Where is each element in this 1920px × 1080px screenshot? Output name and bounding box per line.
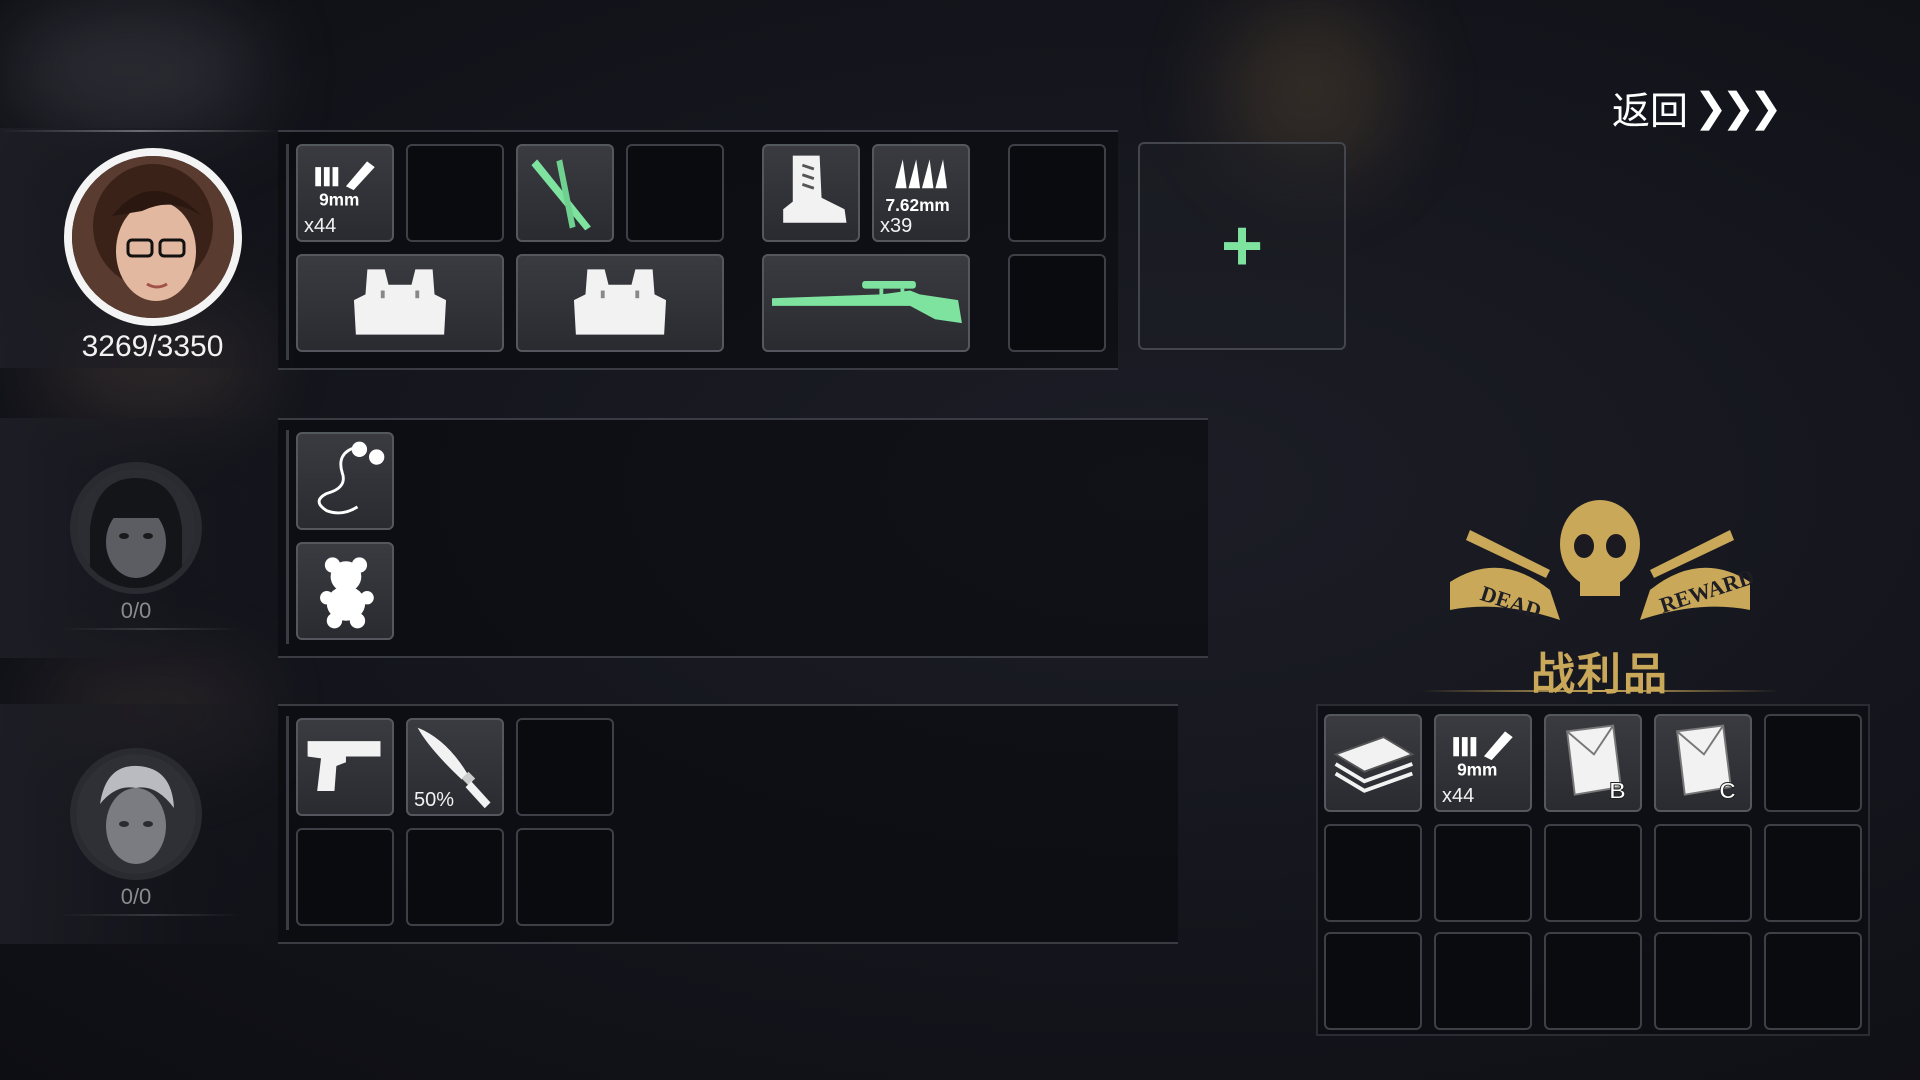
- ammo-label: 9mm: [1457, 759, 1497, 779]
- woman-with-glasses-avatar: [72, 156, 234, 318]
- inventory-slot-tool[interactable]: [516, 144, 614, 242]
- inventory-slot-ammo-9mm[interactable]: 9mm x44: [296, 144, 394, 242]
- inventory-slot-empty[interactable]: [626, 144, 724, 242]
- inventory-slot-empty[interactable]: [1008, 144, 1106, 242]
- loot-slot-empty[interactable]: [1434, 824, 1532, 922]
- item-count: x44: [1442, 785, 1475, 807]
- inventory-slot-empty[interactable]: [516, 828, 614, 926]
- item-count: x39: [880, 215, 913, 237]
- divider: [60, 914, 240, 916]
- ammo-label: 7.62mm: [886, 195, 950, 215]
- inventory-slot-empty[interactable]: [516, 718, 614, 816]
- durability-label: 50%: [414, 789, 455, 811]
- back-button[interactable]: 返回 ❯❯❯: [1612, 80, 1783, 135]
- loot-slot-empty[interactable]: [1654, 932, 1752, 1030]
- loot-title: 战利品: [1531, 650, 1669, 699]
- character-avatar-2[interactable]: [70, 462, 202, 594]
- envelope-letter: B: [1609, 777, 1626, 803]
- dark-hair-girl-avatar: [76, 468, 196, 588]
- loot-slot-empty[interactable]: [1764, 932, 1862, 1030]
- divider: [60, 628, 240, 630]
- loot-slot-empty[interactable]: [1654, 824, 1752, 922]
- chevron-right-icon: ❯❯❯: [1694, 85, 1783, 130]
- loot-slot-ammo-9mm[interactable]: 9mm x44: [1434, 714, 1532, 812]
- inventory-slot-empty[interactable]: [406, 144, 504, 242]
- envelope-letter: C: [1719, 777, 1736, 803]
- inventory-slot-ammo-762[interactable]: 7.62mm x39: [872, 144, 970, 242]
- inventory-slot-vest[interactable]: [516, 254, 724, 352]
- inventory-slot-empty[interactable]: [1008, 254, 1106, 352]
- character-avatar-3[interactable]: [70, 748, 202, 880]
- item-count: x44: [304, 215, 337, 237]
- skull-emblem-icon: DEAD REWARD: [1450, 500, 1757, 624]
- loot-slot-empty[interactable]: [1544, 824, 1642, 922]
- loot-slot-cash[interactable]: [1324, 714, 1422, 812]
- teddy-bear-icon: [320, 557, 374, 629]
- boot-icon: [783, 155, 847, 223]
- armor-vest-icon: [573, 269, 667, 335]
- loot-slot-empty[interactable]: [1544, 932, 1642, 1030]
- character-avatar-1[interactable]: [64, 148, 242, 326]
- plus-icon: +: [1220, 206, 1264, 286]
- envelope-icon: C: [1676, 724, 1736, 804]
- inventory-slot-earphones[interactable]: [296, 432, 394, 530]
- loot-slot-empty[interactable]: [1324, 932, 1422, 1030]
- inventory-slot-empty[interactable]: [406, 828, 504, 926]
- sniper-rifle-icon: [772, 280, 962, 324]
- inventory-slot-boots[interactable]: [762, 144, 860, 242]
- inventory-slot-knife[interactable]: 50%: [406, 718, 504, 816]
- divider: [1420, 690, 1780, 692]
- back-label: 返回: [1612, 91, 1689, 133]
- loot-slot-empty[interactable]: [1764, 824, 1862, 922]
- inventory-slot-pistol[interactable]: [296, 718, 394, 816]
- green-blades-icon: [531, 159, 591, 231]
- loot-slot-envelope-b[interactable]: B: [1544, 714, 1642, 812]
- inventory-slot-vest[interactable]: [296, 254, 504, 352]
- envelope-icon: B: [1566, 724, 1626, 804]
- divider: [0, 130, 280, 132]
- inventory-slot-teddy-bear[interactable]: [296, 542, 394, 640]
- loot-slot-envelope-c[interactable]: C: [1654, 714, 1752, 812]
- cash-stack-icon: [1333, 736, 1415, 793]
- silver-hair-boy-avatar: [76, 754, 196, 874]
- loot-slot-empty[interactable]: [1764, 714, 1862, 812]
- earphones-icon: [317, 441, 385, 515]
- inventory-slot-rifle[interactable]: [762, 254, 970, 352]
- add-slot-button[interactable]: +: [1138, 142, 1346, 350]
- character-hp-2: 0/0: [120, 598, 152, 623]
- dead-reward-emblem: DEAD REWARD: [1440, 490, 1760, 640]
- loot-slot-empty[interactable]: [1324, 824, 1422, 922]
- character-hp-1: 3269/3350: [81, 330, 224, 363]
- character-2-inventory-panel: [278, 418, 1208, 658]
- armor-vest-icon: [353, 269, 447, 335]
- ammo-label: 9mm: [319, 189, 359, 209]
- pistol-icon: [307, 741, 381, 791]
- character-hp-3: 0/0: [120, 884, 152, 909]
- loot-slot-empty[interactable]: [1434, 932, 1532, 1030]
- inventory-slot-empty[interactable]: [296, 828, 394, 926]
